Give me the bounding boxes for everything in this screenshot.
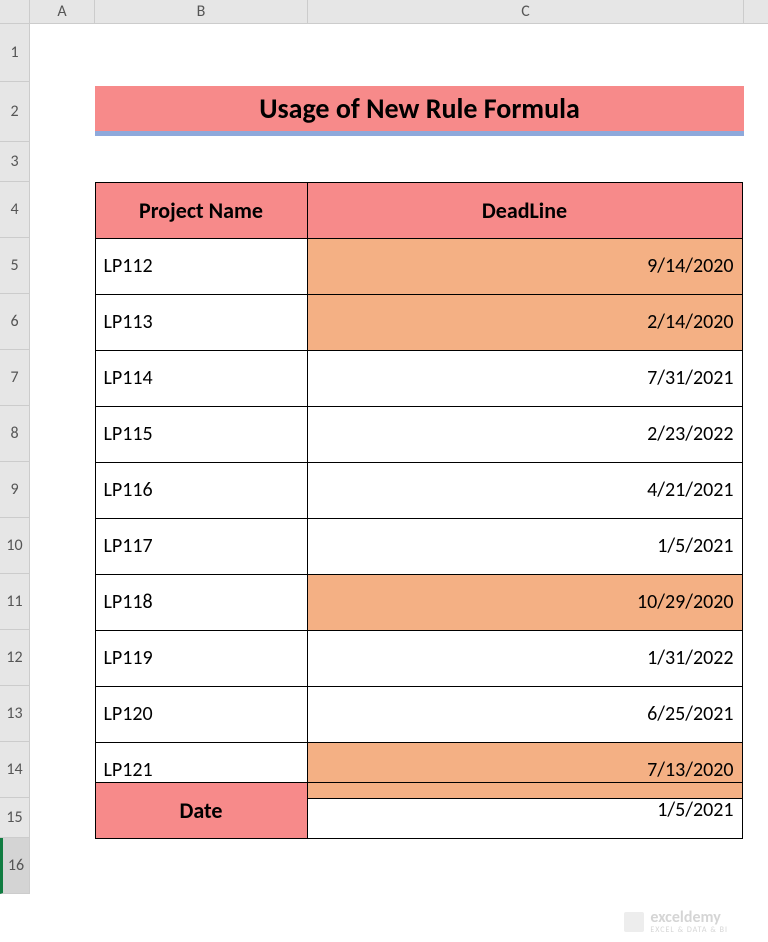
project-name-cell[interactable]: LP115 xyxy=(95,406,308,463)
row-header-2[interactable]: 2 xyxy=(0,82,29,142)
project-name-cell[interactable]: LP119 xyxy=(95,630,308,687)
deadline-cell[interactable]: 4/21/2021 xyxy=(307,462,743,519)
project-name-cell[interactable]: LP113 xyxy=(95,294,308,351)
col-header-c[interactable]: C xyxy=(308,0,744,23)
table-row: LP112 9/14/2020 xyxy=(95,238,744,294)
deadline-cell[interactable]: 9/14/2020 xyxy=(307,238,743,295)
row-headers: 1 2 3 4 5 6 7 8 9 10 11 12 13 14 15 16 xyxy=(0,24,30,894)
table-row: LP117 1/5/2021 xyxy=(95,518,744,574)
row-header-8[interactable]: 8 xyxy=(0,406,29,462)
row-header-6[interactable]: 6 xyxy=(0,294,29,350)
watermark-icon xyxy=(624,912,644,932)
project-name-cell[interactable]: LP117 xyxy=(95,518,308,575)
table-row: LP115 2/23/2022 xyxy=(95,406,744,462)
table-header-row: Project Name DeadLine xyxy=(95,182,744,238)
table-row: LP118 10/29/2020 xyxy=(95,574,744,630)
col-header-b[interactable]: B xyxy=(95,0,308,23)
date-value-cell[interactable]: 1/5/2021 xyxy=(307,782,743,839)
deadline-cell[interactable]: 1/5/2021 xyxy=(307,518,743,575)
deadline-cell[interactable]: 7/31/2021 xyxy=(307,350,743,407)
row-header-1[interactable]: 1 xyxy=(0,24,29,82)
deadline-cell[interactable]: 2/14/2020 xyxy=(307,294,743,351)
title-banner[interactable]: Usage of New Rule Formula xyxy=(95,86,744,136)
deadline-cell[interactable]: 1/31/2022 xyxy=(307,630,743,687)
select-all-corner[interactable] xyxy=(0,0,30,24)
row-header-12[interactable]: 12 xyxy=(0,630,29,686)
watermark: exceldemy EXCEL & DATA & BI xyxy=(624,910,728,934)
table-row: LP116 4/21/2021 xyxy=(95,462,744,518)
deadline-cell[interactable]: 2/23/2022 xyxy=(307,406,743,463)
table-row: LP120 6/25/2021 xyxy=(95,686,744,742)
row-header-13[interactable]: 13 xyxy=(0,686,29,742)
deadline-cell[interactable]: 10/29/2020 xyxy=(307,574,743,631)
watermark-tagline: EXCEL & DATA & BI xyxy=(650,926,728,934)
date-label-cell[interactable]: Date xyxy=(95,782,308,839)
data-table: Project Name DeadLine LP112 9/14/2020 LP… xyxy=(95,182,744,798)
table-row: LP114 7/31/2021 xyxy=(95,350,744,406)
row-header-3[interactable]: 3 xyxy=(0,142,29,182)
row-header-5[interactable]: 5 xyxy=(0,238,29,294)
watermark-text: exceldemy EXCEL & DATA & BI xyxy=(650,910,728,934)
deadline-cell[interactable]: 6/25/2021 xyxy=(307,686,743,743)
row-header-10[interactable]: 10 xyxy=(0,518,29,574)
col-header-a[interactable]: A xyxy=(30,0,95,23)
project-name-cell[interactable]: LP120 xyxy=(95,686,308,743)
row-header-11[interactable]: 11 xyxy=(0,574,29,630)
row-header-15[interactable]: 15 xyxy=(0,798,29,838)
table-row: LP113 2/14/2020 xyxy=(95,294,744,350)
watermark-brand: exceldemy xyxy=(650,910,728,926)
row-header-14[interactable]: 14 xyxy=(0,742,29,798)
row-header-7[interactable]: 7 xyxy=(0,350,29,406)
header-deadline[interactable]: DeadLine xyxy=(307,182,743,239)
column-headers: A B C xyxy=(30,0,768,24)
header-project-name[interactable]: Project Name xyxy=(95,182,308,239)
row-header-4[interactable]: 4 xyxy=(0,182,29,238)
table-row: LP119 1/31/2022 xyxy=(95,630,744,686)
project-name-cell[interactable]: LP118 xyxy=(95,574,308,631)
project-name-cell[interactable]: LP116 xyxy=(95,462,308,519)
date-row: Date 1/5/2021 xyxy=(95,782,744,838)
project-name-cell[interactable]: LP114 xyxy=(95,350,308,407)
row-header-9[interactable]: 9 xyxy=(0,462,29,518)
project-name-cell[interactable]: LP112 xyxy=(95,238,308,295)
row-header-16[interactable]: 16 xyxy=(0,838,29,894)
